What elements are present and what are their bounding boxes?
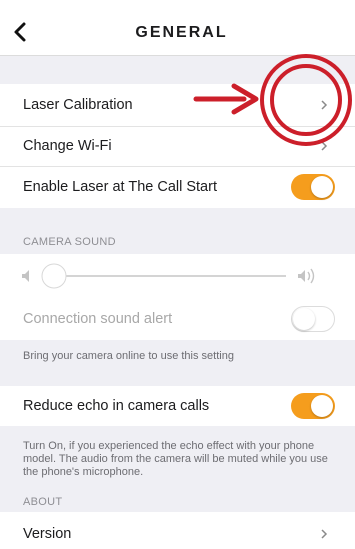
- connection-sound-footer: Bring your camera online to use this set…: [0, 340, 355, 372]
- group-spacer: [0, 372, 355, 386]
- about-header: ABOUT: [0, 490, 355, 512]
- status-bar: [0, 0, 355, 10]
- reduce-echo-footer-text: Turn On, if you experienced the echo eff…: [23, 439, 328, 478]
- back-chevron-icon[interactable]: [10, 18, 34, 46]
- speaker-low-icon: [22, 270, 29, 282]
- volume-slider-graphic: [22, 263, 315, 289]
- enable-laser-row: Enable Laser at The Call Start: [0, 166, 355, 208]
- reduce-echo-toggle[interactable]: [291, 393, 335, 419]
- connection-sound-label: Connection sound alert: [23, 311, 173, 327]
- connection-sound-row: Connection sound alert: [0, 298, 355, 340]
- change-wifi-row[interactable]: Change Wi-Fi: [0, 126, 355, 166]
- camera-sound-header: CAMERA SOUND: [0, 208, 355, 254]
- connection-sound-footer-text: Bring your camera online to use this set…: [23, 349, 234, 362]
- toggle-knob: [311, 395, 333, 417]
- reduce-echo-row: Reduce echo in camera calls: [0, 386, 355, 426]
- settings-group-main: Laser Calibration Change Wi-Fi Enable La…: [0, 84, 355, 208]
- toggle-knob: [311, 176, 333, 198]
- connection-sound-toggle[interactable]: [291, 306, 335, 332]
- version-label: Version: [23, 526, 72, 542]
- chevron-right-icon: [321, 141, 328, 151]
- reduce-echo-footer: Turn On, if you experienced the echo eff…: [0, 426, 355, 490]
- version-row[interactable]: Version: [0, 512, 355, 549]
- page-title: GENERAL: [135, 23, 228, 41]
- enable-laser-toggle[interactable]: [291, 174, 335, 200]
- toggle-knob: [293, 308, 315, 330]
- speaker-high-icon: [298, 268, 315, 284]
- navigation-bar: GENERAL: [0, 10, 355, 56]
- enable-laser-label: Enable Laser at The Call Start: [23, 179, 217, 195]
- chevron-right-icon: [321, 529, 328, 539]
- group-spacer: [0, 56, 355, 84]
- chevron-right-icon: [321, 100, 328, 110]
- reduce-echo-label: Reduce echo in camera calls: [23, 398, 210, 414]
- laser-calibration-row[interactable]: Laser Calibration: [0, 84, 355, 126]
- laser-calibration-label: Laser Calibration: [23, 97, 133, 113]
- camera-sound-header-text: CAMERA SOUND: [23, 236, 116, 248]
- change-wifi-label: Change Wi-Fi: [23, 138, 112, 154]
- volume-slider-row: [0, 254, 355, 298]
- volume-thumb[interactable]: [41, 263, 67, 289]
- about-header-text: ABOUT: [23, 496, 63, 508]
